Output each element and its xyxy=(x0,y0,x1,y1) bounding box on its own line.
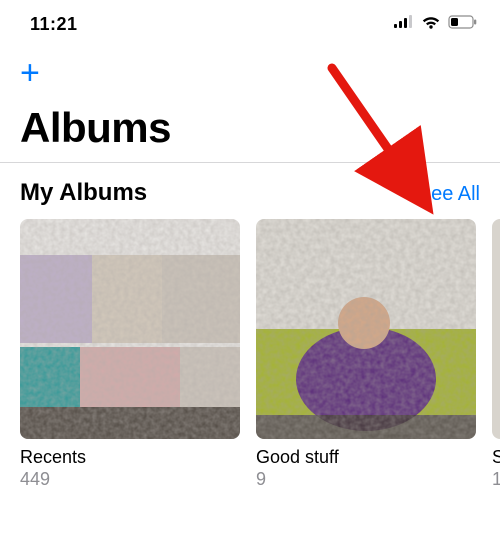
section-header: My Albums See All xyxy=(0,163,500,219)
album-thumbnail[interactable] xyxy=(256,219,476,439)
album-row[interactable]: Recents 449 Good stuff 9 S 1 xyxy=(0,219,500,490)
section-title: My Albums xyxy=(20,179,147,207)
album-recents[interactable]: Recents 449 xyxy=(20,219,240,490)
album-thumbnail[interactable] xyxy=(492,219,500,439)
page-title: Albums xyxy=(0,90,500,162)
album-count: 1 xyxy=(492,469,500,490)
album-count: 9 xyxy=(256,469,476,490)
album-title: S xyxy=(492,447,500,468)
wifi-icon xyxy=(421,15,441,34)
nav-bar: + xyxy=(0,44,500,90)
see-all-button[interactable]: See All xyxy=(418,183,480,206)
album-count: 449 xyxy=(20,469,240,490)
cellular-icon xyxy=(394,15,414,33)
battery-icon xyxy=(448,15,478,34)
album-thumbnail[interactable] xyxy=(20,219,240,439)
add-icon[interactable]: + xyxy=(20,56,40,90)
album-good-stuff[interactable]: Good stuff 9 xyxy=(256,219,476,490)
album-title: Good stuff xyxy=(256,447,476,468)
status-bar: 11:21 xyxy=(0,0,500,44)
album-title: Recents xyxy=(20,447,240,468)
status-time: 11:21 xyxy=(30,14,78,35)
status-right xyxy=(394,15,478,34)
album-peek[interactable]: S 1 xyxy=(492,219,500,490)
